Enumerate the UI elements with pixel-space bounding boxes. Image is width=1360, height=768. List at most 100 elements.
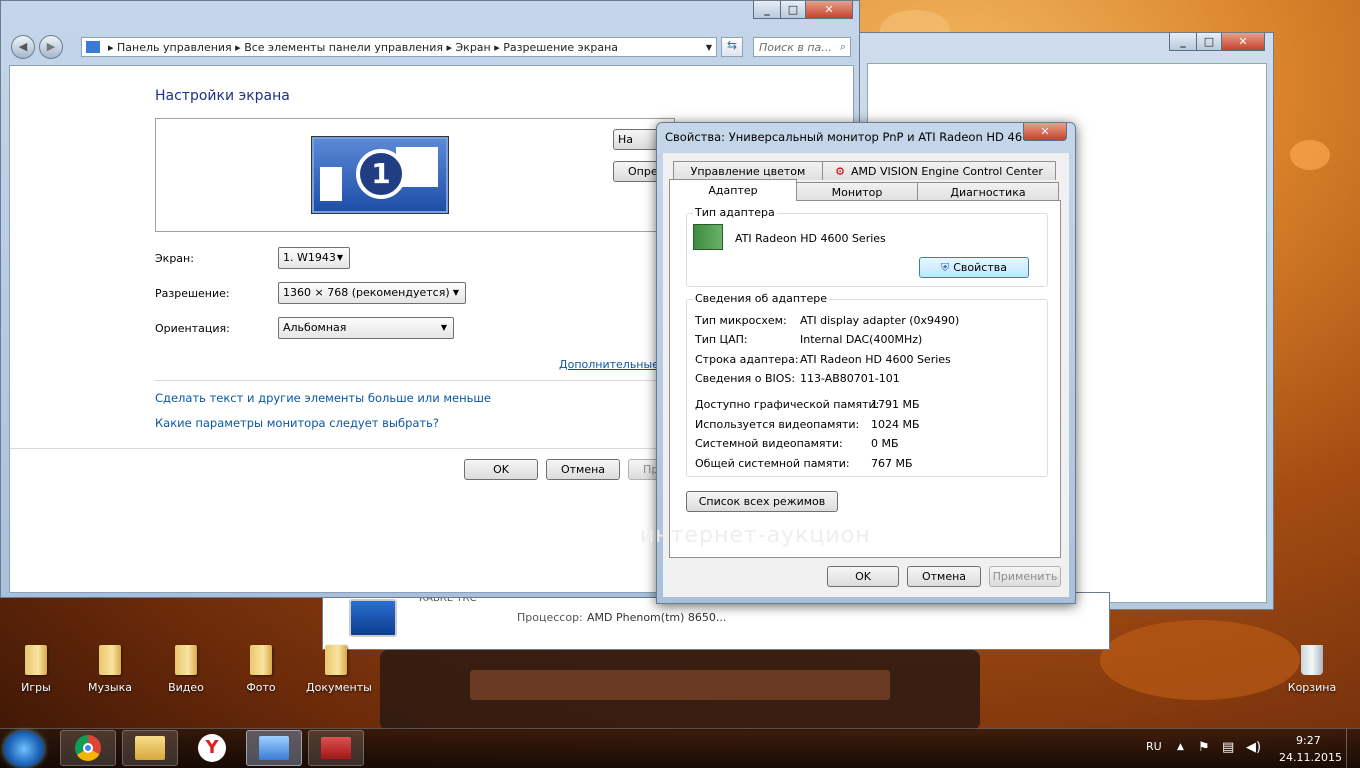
screen-label: Экран:: [155, 252, 194, 265]
memory-value: 0 МБ: [871, 437, 899, 450]
taskbar-explorer[interactable]: [122, 730, 178, 766]
desktop-icon-games[interactable]: Игры: [6, 645, 66, 694]
chevron-down-icon[interactable]: ▼: [706, 43, 712, 52]
address-bar[interactable]: ▸ Панель управления ▸ Все элементы панел…: [81, 37, 717, 57]
monitor-params-link[interactable]: Какие параметры монитора следует выбрать…: [155, 416, 439, 430]
tab-adapter[interactable]: Адаптер: [669, 179, 797, 201]
ok-button[interactable]: OK: [827, 566, 899, 587]
desktop-icon-video[interactable]: Видео: [156, 645, 216, 694]
advanced-settings-link[interactable]: Дополнительные: [559, 358, 659, 371]
close-button[interactable]: ✕: [1221, 33, 1265, 51]
ok-button[interactable]: OK: [464, 459, 538, 480]
toolbox-icon: [321, 737, 351, 759]
tab-monitor[interactable]: Монитор: [796, 182, 918, 201]
maximize-button[interactable]: □: [780, 1, 806, 19]
divider: [155, 380, 675, 381]
taskbar-chrome[interactable]: [60, 730, 116, 766]
wallpaper-bench-seat: [470, 670, 890, 700]
memory-label: Доступно графической памяти:: [695, 398, 880, 411]
tab-amd-label: AMD VISION Engine Control Center: [851, 164, 1043, 178]
show-hidden-icons[interactable]: ▲: [1177, 742, 1184, 752]
wallpaper-leaf: [1100, 620, 1300, 700]
search-input[interactable]: Поиск в па... ⌕: [753, 37, 851, 57]
search-icon: ⌕: [839, 40, 846, 53]
volume-icon[interactable]: ◀): [1246, 740, 1261, 755]
minimize-button[interactable]: _: [753, 1, 781, 19]
desktop-icon-label: Корзина: [1287, 681, 1337, 694]
breadcrumb-item[interactable]: Панель управления: [117, 41, 232, 54]
breadcrumb-sep: ▸: [231, 40, 245, 54]
apply-button[interactable]: Применить: [989, 566, 1061, 587]
tab-color-management[interactable]: Управление цветом: [673, 161, 823, 180]
breadcrumb-item[interactable]: Все элементы панели управления: [244, 41, 443, 54]
taskbar-toolbox[interactable]: [308, 730, 364, 766]
properties-dialog[interactable]: Свойства: Универсальный монитор PnP и AT…: [640, 122, 1076, 604]
orientation-value: Альбомная: [283, 321, 347, 334]
page-title: Настройки экрана: [155, 88, 290, 104]
back-button[interactable]: ◀: [11, 35, 35, 59]
breadcrumb-item[interactable]: Экран: [456, 41, 491, 54]
clock-date[interactable]: 24.11.2015: [1279, 751, 1342, 764]
monitor-preview-area: 1 На Опре: [155, 118, 675, 232]
chevron-down-icon: ▼: [440, 323, 447, 332]
tab-amd-vision[interactable]: ⚙ AMD VISION Engine Control Center: [822, 161, 1056, 180]
screen-select[interactable]: 1. W1943 ▼: [278, 247, 350, 269]
close-button[interactable]: ✕: [805, 1, 853, 19]
minimize-button[interactable]: _: [1169, 33, 1197, 51]
start-button[interactable]: [4, 731, 44, 767]
shield-icon: ⛨: [941, 260, 950, 274]
desktop-icon-recycle-bin[interactable]: Корзина: [1282, 645, 1342, 694]
window-thumb: [320, 167, 342, 201]
flag-icon[interactable]: ⚑: [1198, 740, 1210, 755]
recycle-bin-icon: [1301, 645, 1323, 675]
desktop-icon-label: Фото: [246, 681, 276, 694]
cancel-button[interactable]: Отмена: [546, 459, 620, 480]
text-size-link[interactable]: Сделать текст и другие элементы больше и…: [155, 391, 491, 405]
desktop-icon-label: Документы: [306, 681, 372, 694]
close-button[interactable]: ✕: [1023, 123, 1067, 141]
info-value: Internal DAC(400MHz): [800, 333, 923, 346]
list-all-modes-button[interactable]: Список всех режимов: [686, 491, 838, 512]
adapter-info-group: Сведения об адаптере Тип микросхем: ATI …: [686, 292, 1048, 477]
maximize-button[interactable]: □: [1196, 33, 1222, 51]
desktop-icon-label: Игры: [21, 681, 51, 694]
folder-icon: [99, 645, 121, 675]
properties-button[interactable]: ⛨ Свойства: [919, 257, 1029, 278]
breadcrumb-sep: ▸: [108, 40, 118, 54]
chevron-down-icon: ▼: [336, 253, 343, 262]
search-placeholder: Поиск в па...: [759, 41, 832, 54]
refresh-button[interactable]: ⇆: [721, 37, 743, 57]
tab-diagnostics[interactable]: Диагностика: [917, 182, 1059, 201]
clock-time[interactable]: 9:27: [1296, 734, 1321, 747]
desktop-icon-music[interactable]: Музыка: [80, 645, 140, 694]
video-card-icon: [693, 224, 723, 250]
orientation-select[interactable]: Альбомная ▼: [278, 317, 454, 339]
tab-panel-adapter: Тип адаптера ATI Radeon HD 4600 Series ⛨…: [640, 200, 1061, 558]
info-value: 113-AB80701-101: [800, 372, 900, 385]
amd-icon: ⚙: [835, 164, 846, 178]
explorer-icon: [135, 736, 165, 760]
cancel-button[interactable]: Отмена: [907, 566, 981, 587]
breadcrumb-item[interactable]: Разрешение экрана: [503, 41, 618, 54]
desktop-icon-documents[interactable]: Документы: [306, 645, 372, 694]
breadcrumb-sep: ▸: [490, 40, 504, 54]
screen-value: 1. W1943: [283, 251, 336, 264]
memory-label: Системной видеопамяти:: [695, 437, 843, 450]
info-label: Тип микросхем:: [695, 314, 787, 327]
memory-value: 767 МБ: [871, 457, 913, 470]
info-label: Сведения о BIOS:: [695, 372, 796, 385]
dialog-title: Свойства: Универсальный монитор PnP и AT…: [665, 130, 1025, 144]
desktop-icon-photo[interactable]: Фото: [231, 645, 291, 694]
group-title: Тип адаптера: [693, 206, 777, 219]
dialog-body: Управление цветом ⚙ AMD VISION Engine Con…: [640, 153, 1069, 597]
taskbar-yandex[interactable]: Y: [184, 730, 240, 766]
language-indicator[interactable]: RU: [1146, 740, 1162, 753]
monitor-thumbnail[interactable]: 1: [312, 137, 448, 213]
taskbar-control-panel[interactable]: [246, 730, 302, 766]
network-icon[interactable]: ▤: [1222, 740, 1234, 755]
forward-button[interactable]: ▶: [39, 35, 63, 59]
show-desktop-button[interactable]: [1346, 729, 1360, 768]
adapter-type-group: Тип адаптера ATI Radeon HD 4600 Series ⛨…: [686, 206, 1048, 287]
resolution-select[interactable]: 1360 × 768 (рекомендуется) ▼: [278, 282, 466, 304]
chrome-icon: [75, 735, 101, 761]
